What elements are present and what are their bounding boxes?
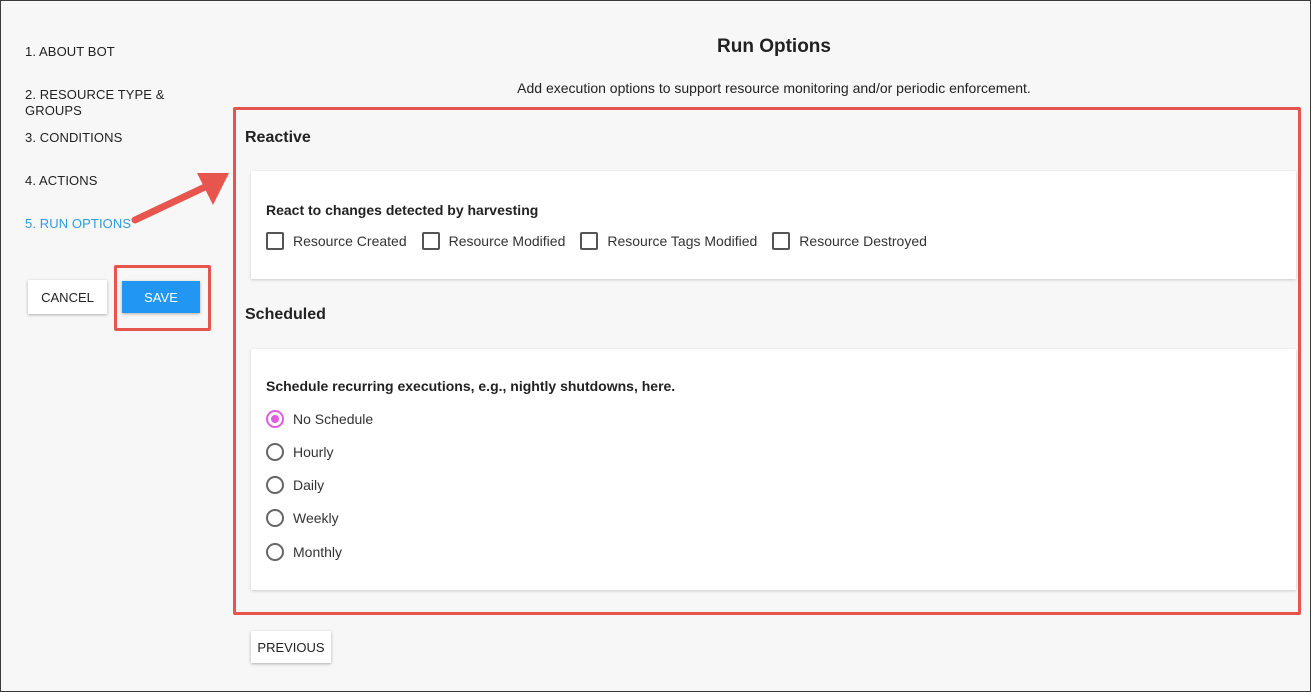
reactive-heading: React to changes detected by harvesting [266,202,539,218]
checkbox-resource-destroyed[interactable]: Resource Destroyed [772,232,927,250]
checkbox-icon[interactable] [580,232,599,250]
checkbox-label: Resource Tags Modified [607,233,758,249]
checkbox-resource-created[interactable]: Resource Created [266,232,407,250]
radio-monthly[interactable]: Monthly [266,543,342,561]
checkbox-resource-modified[interactable]: Resource Modified [421,232,566,250]
radio-label: Weekly [293,510,339,526]
save-button[interactable]: SAVE [122,281,200,313]
checkbox-label: Resource Destroyed [799,233,927,249]
scheduled-section-title: Scheduled [245,306,326,323]
radio-hourly[interactable]: Hourly [266,443,333,461]
scheduled-heading: Schedule recurring executions, e.g., nig… [266,378,676,394]
radio-label: Monthly [293,544,343,560]
radio-no-schedule[interactable]: No Schedule [266,410,373,428]
annotation-arrow-icon [131,173,229,224]
radio-weekly[interactable]: Weekly [266,509,339,527]
checkbox-label: Resource Modified [448,233,566,249]
radio-icon[interactable] [266,543,284,561]
radio-icon[interactable] [266,509,284,527]
page-title: Run Options [717,36,831,57]
radio-label: No Schedule [293,411,374,427]
checkbox-icon[interactable] [772,232,791,250]
radio-daily[interactable]: Daily [266,476,324,494]
previous-button[interactable]: PREVIOUS [251,631,331,663]
step-resource-type-groups[interactable]: 2. RESOURCE TYPE & GROUPS [25,87,225,130]
checkbox-icon[interactable] [421,232,440,250]
step-about-bot[interactable]: 1. ABOUT BOT [25,44,225,87]
checkbox-resource-tags-modified[interactable]: Resource Tags Modified [580,232,757,250]
reactive-section-title: Reactive [245,129,311,146]
radio-label: Hourly [293,444,334,460]
checkbox-icon[interactable] [266,232,284,250]
radio-icon[interactable] [266,476,284,494]
checkbox-label: Resource Created [293,233,407,249]
radio-selected-icon[interactable] [266,410,284,428]
radio-label: Daily [293,477,325,493]
page-subtitle: Add execution options to support resourc… [517,80,1031,96]
reactive-checkbox-row: Resource Created Resource Modified Resou… [266,232,942,250]
cancel-button[interactable]: CANCEL [28,280,107,314]
radio-icon[interactable] [266,443,284,461]
reactive-card: React to changes detected by harvesting … [251,171,1296,279]
scheduled-card: Schedule recurring executions, e.g., nig… [251,349,1296,590]
